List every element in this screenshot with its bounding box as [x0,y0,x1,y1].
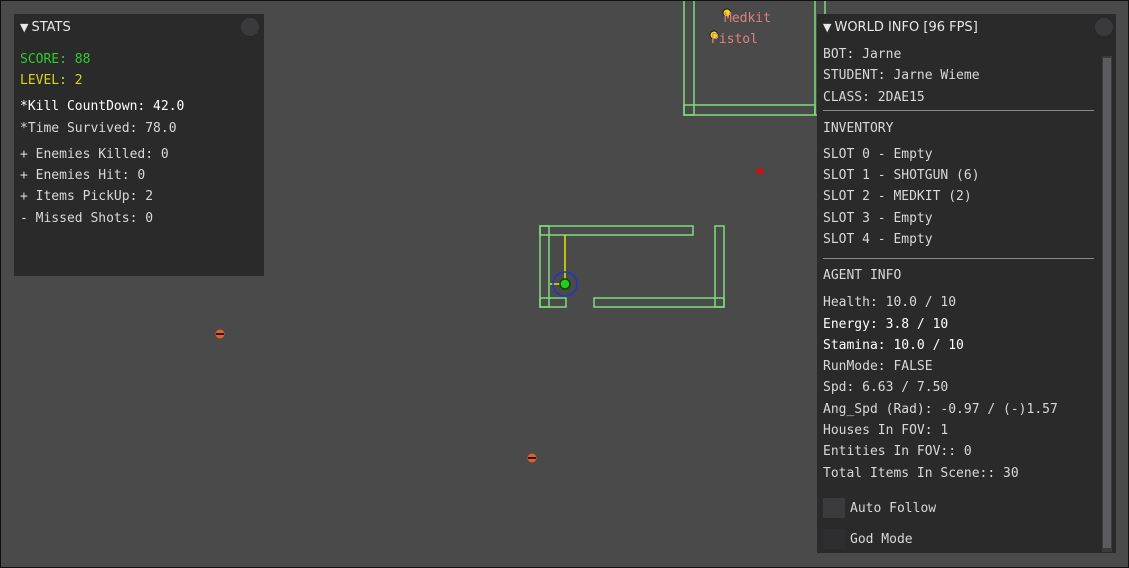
inventory-slot-2: SLOT 2 - MEDKIT (2) [823,189,972,204]
house-center [539,225,725,308]
inventory-slot-0: SLOT 0 - Empty [823,147,933,162]
god-mode-label[interactable]: God Mode [850,532,913,547]
agent-run-mode: RunMode: FALSE [823,359,933,374]
world-info-title: WORLD INFO [96 FPS] [834,19,978,35]
item-medkit-label: Medkit [724,11,771,26]
item-pistol-label: Pistol [711,32,758,47]
agent-energy: Energy: 3.8 / 10 [823,317,949,332]
stats-panel-title: STATS [31,19,71,35]
collapse-triangle-icon[interactable]: ▼ [20,21,28,34]
stats-kill-countdown: *Kill CountDown: 42.0 [20,99,185,114]
stats-level: LEVEL: 2 [20,73,83,88]
world-info-scrollbar[interactable] [1102,56,1112,552]
stats-time-survived: *Time Survived: 78.0 [20,121,177,136]
agent [550,235,578,297]
stats-panel: ▼ STATS SCORE: 88 LEVEL: 2 *Kill CountDo… [14,14,264,276]
stats-missed-shots: - Missed Shots: 0 [20,211,154,226]
collapse-triangle-icon[interactable]: ▼ [823,21,831,34]
bot-name: BOT: Jarne [823,47,902,62]
stats-items-pickup: + Items PickUp: 2 [20,189,154,204]
stats-score: SCORE: 88 [20,52,91,67]
class-name: CLASS: 2DAE15 [823,90,925,105]
house-center-wall-right [714,225,725,308]
world-info-panel: ▼ WORLD INFO [96 FPS] BOT: Jarne STUDENT… [817,14,1116,553]
house-center-wall-left [539,225,550,308]
inventory-header: INVENTORY [823,121,894,136]
student-name: STUDENT: Jarne Wieme [823,68,980,83]
stats-enemies-hit: + Enemies Hit: 0 [20,168,146,183]
inventory-slot-3: SLOT 3 - Empty [823,211,933,226]
separator [823,258,1094,259]
agent-speed: Spd: 6.63 / 7.50 [823,380,949,395]
inventory-slot-1: SLOT 1 - SHOTGUN (6) [823,168,980,183]
agent-health: Health: 10.0 / 10 [823,295,957,310]
house-center-wall-bottom-left [539,297,567,308]
stats-panel-header[interactable]: ▼ STATS [14,14,264,40]
world-info-header[interactable]: ▼ WORLD INFO [96 FPS] [817,14,1116,40]
houses-in-fov: Houses In FOV: 1 [823,423,949,438]
item-pistol: Pistol [709,30,758,47]
house-top-wall-left [683,0,695,116]
agent-angular-speed: Ang_Spd (Rad): -0.97 / (-)1.57 [823,402,1058,417]
auto-follow-checkbox[interactable] [823,498,845,518]
agent-info-header: AGENT INFO [823,268,902,283]
house-center-wall-bottom-right [593,297,725,308]
stats-close-icon[interactable] [241,18,259,36]
house-top-wall-bottom [683,104,816,116]
agent-body [559,278,571,290]
purge-zone-marker [756,167,764,175]
stats-enemies-killed: + Enemies Killed: 0 [20,147,169,162]
agent-stamina: Stamina: 10.0 / 10 [823,338,964,353]
entities-in-fov: Entities In FOV:: 0 [823,444,972,459]
enemy-1 [215,329,225,339]
scrollbar-thumb[interactable] [1103,58,1111,548]
enemy-2 [527,453,537,463]
inventory-slot-4: SLOT 4 - Empty [823,232,933,247]
item-medkit: Medkit [722,8,771,26]
house-center-wall-top [539,225,694,236]
auto-follow-label[interactable]: Auto Follow [850,501,936,516]
god-mode-checkbox[interactable] [823,529,845,549]
separator [823,110,1094,111]
total-items-in-scene: Total Items In Scene:: 30 [823,466,1019,481]
world-info-close-icon[interactable] [1095,18,1113,36]
